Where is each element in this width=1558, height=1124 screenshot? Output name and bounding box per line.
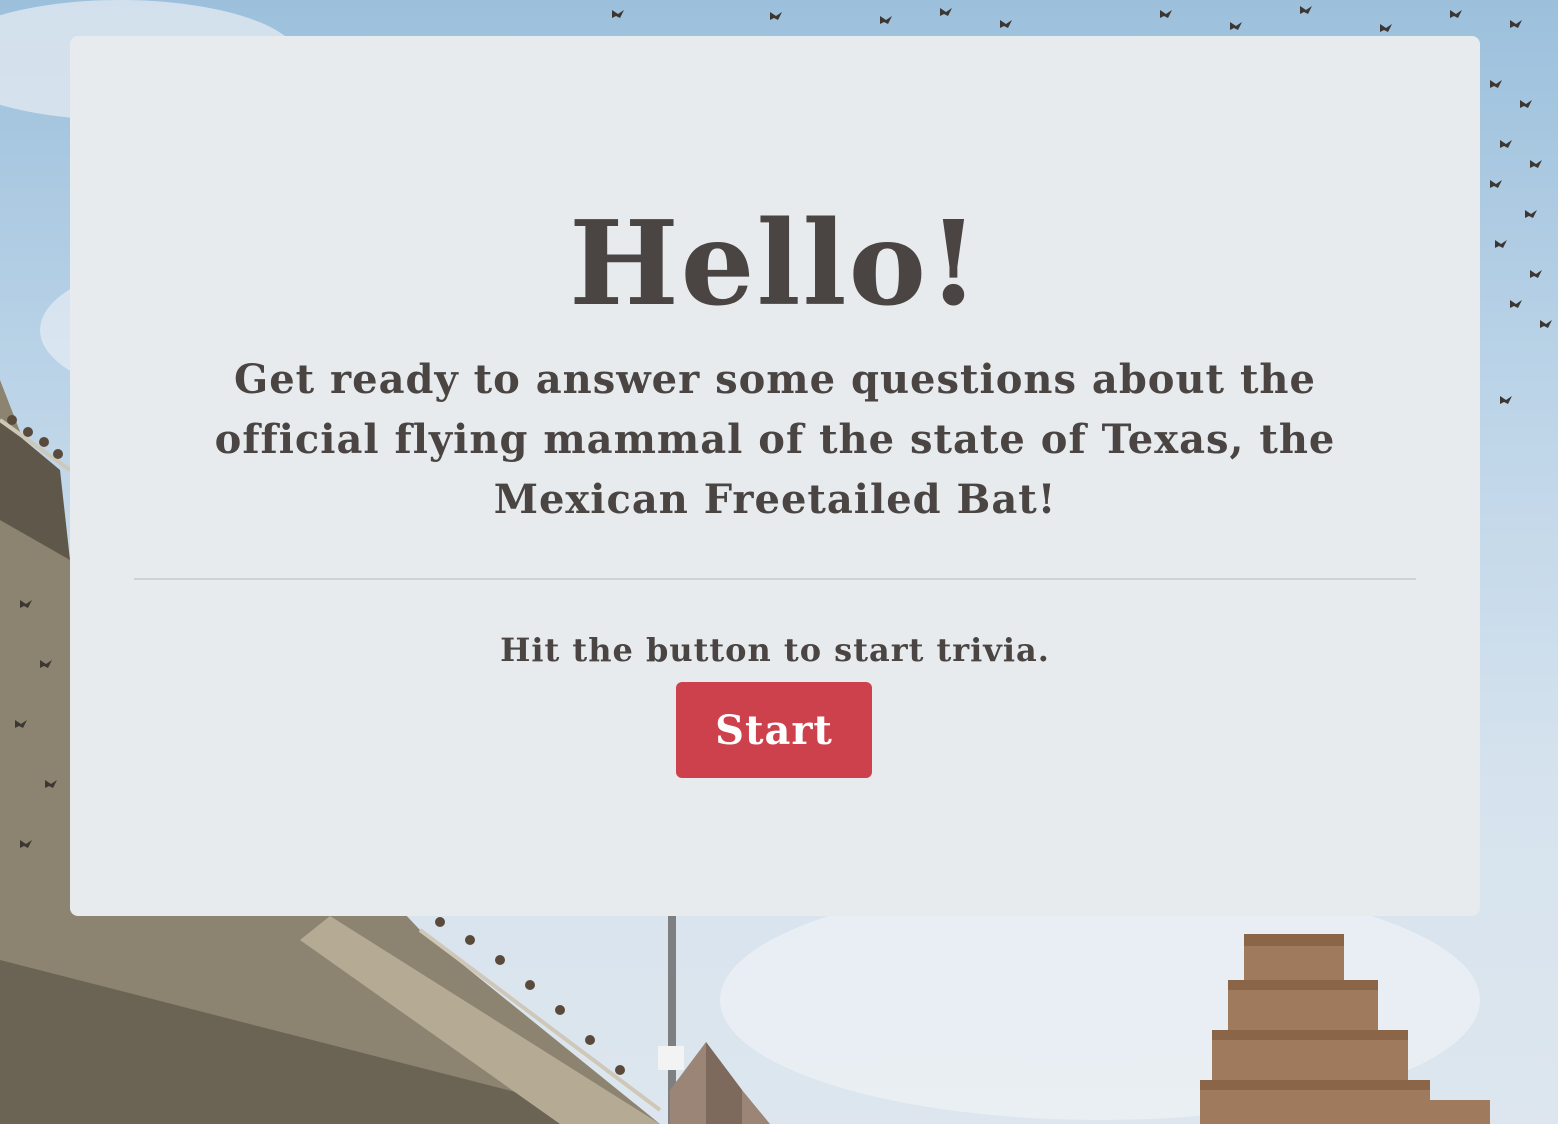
intro-card: Hello! Get ready to answer some question…	[70, 36, 1480, 916]
divider	[134, 578, 1416, 580]
intro-subtitle: Get ready to answer some questions about…	[214, 356, 1336, 523]
page-title: Hello!	[569, 196, 981, 332]
start-button[interactable]: Start	[676, 682, 872, 778]
start-prompt: Hit the button to start trivia.	[500, 631, 1050, 669]
